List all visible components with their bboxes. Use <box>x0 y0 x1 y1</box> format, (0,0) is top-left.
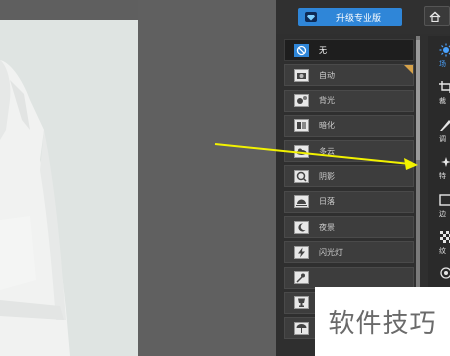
watermark-text: 软件技巧 <box>315 287 450 356</box>
